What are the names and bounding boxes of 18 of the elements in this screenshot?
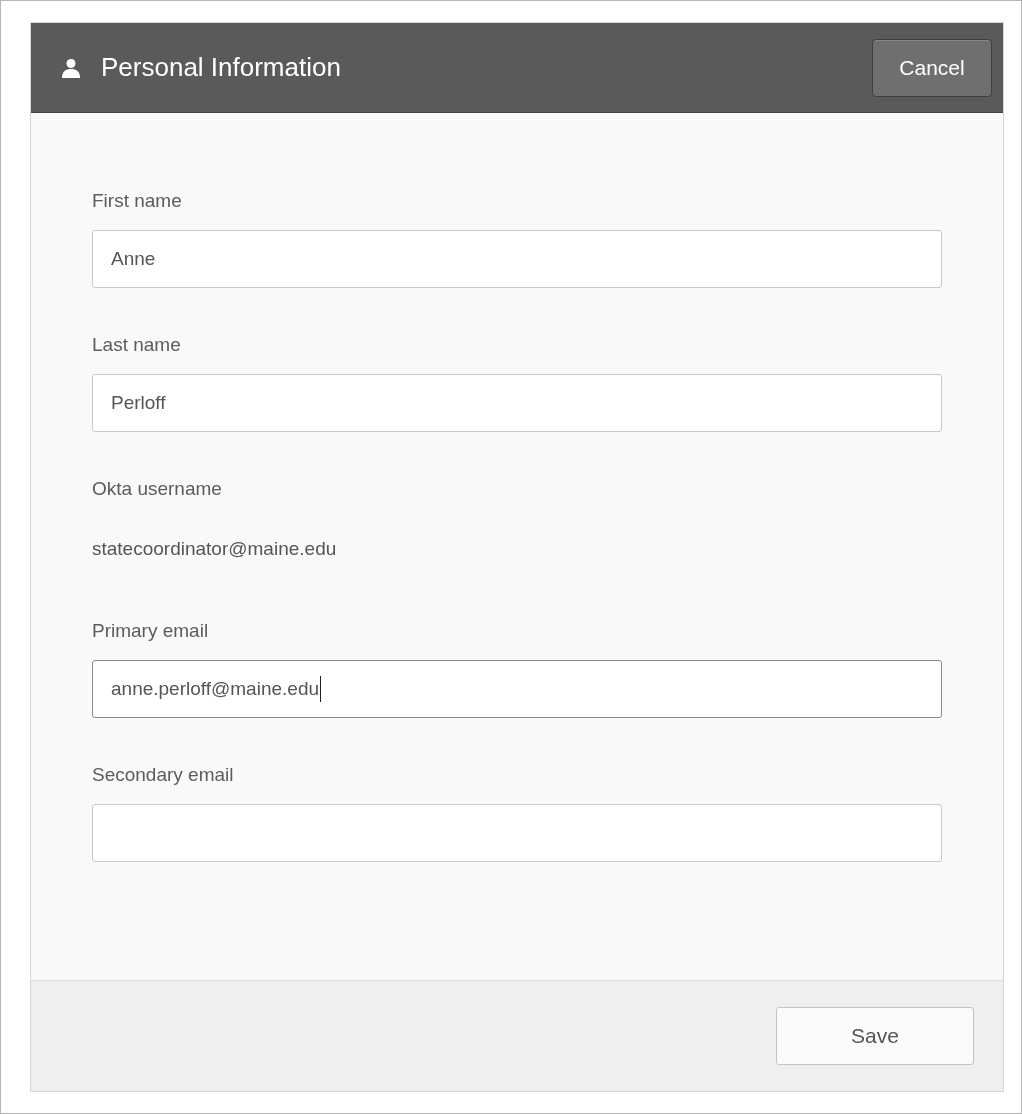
input-field[interactable]: anne.perloff@maine.edu <box>92 660 942 718</box>
field-label: First name <box>92 190 183 212</box>
input-field[interactable]: Anne <box>92 230 942 288</box>
panel-title: Personal Information <box>101 52 342 83</box>
text-cursor <box>320 676 322 702</box>
save-button[interactable]: Save <box>776 1007 974 1065</box>
cancel-button[interactable]: Cancel <box>872 38 992 97</box>
person-icon <box>61 57 81 78</box>
input-field[interactable]: Perloff <box>92 374 942 432</box>
field-label: Last name <box>92 334 182 356</box>
username-value: statecoordinator@maine.edu <box>92 538 338 560</box>
field-label: Secondary email <box>92 764 235 786</box>
field-value: anne.perloff@maine.edu <box>111 678 320 700</box>
field-value: Perloff <box>111 392 166 414</box>
field-label: Okta username <box>92 478 223 500</box>
field-label: Primary email <box>92 620 210 642</box>
field-value: Anne <box>111 248 156 270</box>
input-field[interactable] <box>92 804 942 862</box>
